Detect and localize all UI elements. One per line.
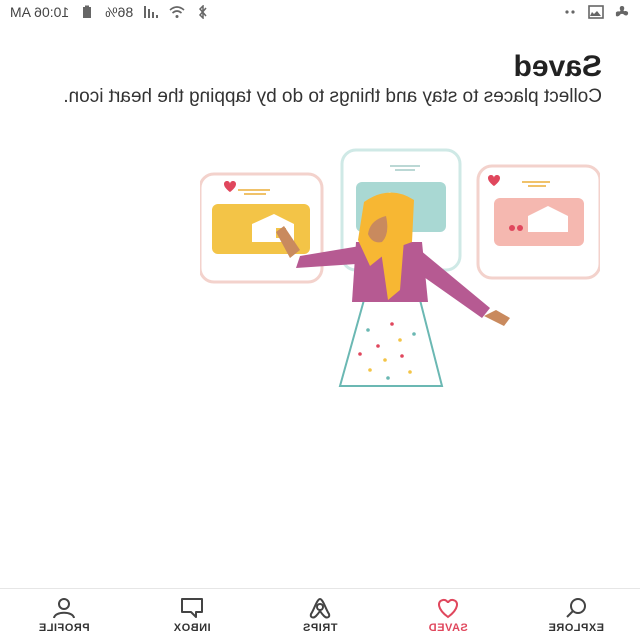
search-icon (561, 596, 591, 620)
clock: 10:06 AM (10, 4, 70, 20)
nav-label-inbox: INBOX (173, 622, 211, 634)
heart-icon (433, 596, 463, 620)
nav-label-trips: TRIPS (302, 622, 338, 634)
saved-screen: 86% 10:06 AM Saved Collect places to sta… (0, 0, 640, 641)
status-bar-right: 86% 10:06 AM (10, 4, 211, 20)
nav-profile[interactable]: PROFILE (14, 596, 114, 634)
image-icon (588, 5, 604, 19)
nav-trips[interactable]: TRIPS (270, 596, 370, 634)
nav-inbox[interactable]: INBOX (142, 596, 242, 634)
page-title: Saved (513, 50, 602, 83)
status-bar-left (562, 5, 630, 19)
nav-label-profile: PROFILE (38, 622, 90, 634)
battery-icon (79, 5, 95, 19)
nav-label-saved: SAVED (428, 622, 468, 634)
chat-bubble-icon (177, 596, 207, 620)
card-peach (476, 164, 600, 280)
bluetooth-icon (195, 5, 211, 19)
battery-percent: 86% (105, 4, 134, 20)
page-subtitle: Collect places to stay and things to do … (63, 86, 602, 107)
nav-label-explore: EXPLORE (547, 622, 605, 634)
person-icon (49, 596, 79, 620)
status-bar: 86% 10:06 AM (0, 0, 640, 24)
fan-icon (614, 5, 630, 19)
dots-icon (562, 5, 578, 19)
nav-saved[interactable]: SAVED (398, 596, 498, 634)
signal-icon (143, 5, 159, 19)
wifi-icon (169, 5, 185, 19)
saved-illustration (200, 140, 600, 390)
bottom-nav: EXPLORE SAVED TRIPS INBOX PROFILE (0, 588, 640, 641)
nav-explore[interactable]: EXPLORE (526, 596, 626, 634)
airbnb-logo-icon (305, 596, 335, 620)
